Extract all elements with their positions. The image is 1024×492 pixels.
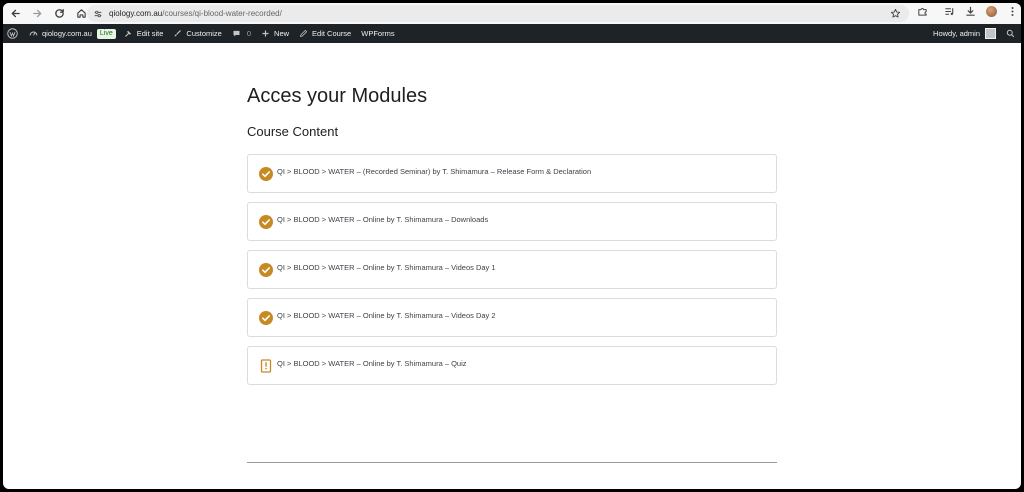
site-name: qiology.com.au xyxy=(42,29,92,38)
completed-check-icon xyxy=(259,263,273,277)
admin-avatar xyxy=(985,28,996,39)
wpforms-menu[interactable]: WPForms xyxy=(356,24,399,43)
customize-button[interactable]: Customize xyxy=(168,24,226,43)
hammer-icon xyxy=(124,30,131,37)
reload-icon[interactable] xyxy=(52,7,66,21)
edit-course-label: Edit Course xyxy=(312,29,352,38)
wp-admin-bar: qiology.com.au Live Edit site Customize … xyxy=(3,24,1021,43)
menu-icon[interactable] xyxy=(1007,6,1018,17)
browser-actions xyxy=(917,6,1021,17)
site-name-menu[interactable]: qiology.com.au xyxy=(24,24,97,43)
media-controls-icon[interactable] xyxy=(944,6,955,17)
module-label[interactable]: QI > BLOOD > WATER – (Recorded Seminar) … xyxy=(277,167,591,176)
module-label[interactable]: QI > BLOOD > WATER – Online by T. Shimam… xyxy=(277,215,488,224)
wordpress-logo-icon[interactable] xyxy=(3,24,24,43)
account-menu[interactable]: Howdy, admin xyxy=(933,24,1004,43)
quiz-icon xyxy=(259,359,273,373)
module-label[interactable]: QI > BLOOD > WATER – Online by T. Shimam… xyxy=(277,263,496,272)
course-content-heading: Course Content xyxy=(247,124,339,139)
module-list: QI > BLOOD > WATER – (Recorded Seminar) … xyxy=(247,154,777,394)
download-icon[interactable] xyxy=(965,6,976,17)
footer-divider xyxy=(247,462,777,463)
edit-site-label: Edit site xyxy=(136,29,164,38)
completed-check-icon xyxy=(259,311,273,325)
module-item[interactable]: QI > BLOOD > WATER – Online by T. Shimam… xyxy=(247,298,777,337)
back-icon[interactable] xyxy=(8,7,22,21)
browser-toolbar: qiology.com.au/courses/qi-blood-water-re… xyxy=(3,3,1021,24)
home-icon[interactable] xyxy=(74,7,88,21)
url-text: qiology.com.au/courses/qi-blood-water-re… xyxy=(109,9,282,18)
bookmark-star-icon[interactable] xyxy=(890,8,901,19)
new-content-button[interactable]: New xyxy=(256,24,294,43)
search-icon[interactable] xyxy=(1004,24,1017,43)
live-badge: Live xyxy=(96,28,116,39)
brush-icon xyxy=(174,30,182,37)
module-item[interactable]: QI > BLOOD > WATER – Online by T. Shimam… xyxy=(247,202,777,241)
url-path: /courses/qi-blood-water-recorded/ xyxy=(162,9,282,18)
module-item[interactable]: QI > BLOOD > WATER – (Recorded Seminar) … xyxy=(247,154,777,193)
site-info-icon[interactable] xyxy=(93,9,103,19)
page-title: Acces your Modules xyxy=(247,85,428,107)
pencil-icon xyxy=(300,29,308,38)
plus-icon xyxy=(262,30,269,37)
greeting-text: Howdy, admin xyxy=(933,29,980,38)
module-label[interactable]: QI > BLOOD > WATER – Online by T. Shimam… xyxy=(277,311,496,320)
extensions-icon[interactable] xyxy=(917,6,928,17)
comments-count: 0 xyxy=(246,29,252,38)
comments-button[interactable]: 0 xyxy=(227,24,256,43)
wpforms-label: WPForms xyxy=(361,29,395,38)
forward-icon[interactable] xyxy=(30,7,44,21)
dashboard-icon xyxy=(29,31,38,36)
completed-check-icon xyxy=(259,215,273,229)
module-label[interactable]: QI > BLOOD > WATER – Online by T. Shimam… xyxy=(277,359,467,368)
address-bar[interactable]: qiology.com.au/courses/qi-blood-water-re… xyxy=(87,5,909,22)
completed-check-icon xyxy=(259,167,273,181)
url-domain: qiology.com.au xyxy=(109,9,163,18)
module-item[interactable]: QI > BLOOD > WATER – Online by T. Shimam… xyxy=(247,250,777,289)
profile-avatar[interactable] xyxy=(986,6,997,17)
edit-site-button[interactable]: Edit site xyxy=(119,24,169,43)
module-item[interactable]: QI > BLOOD > WATER – Online by T. Shimam… xyxy=(247,346,777,385)
customize-label: Customize xyxy=(186,29,222,38)
new-label: New xyxy=(274,29,290,38)
browser-window: qiology.com.au/courses/qi-blood-water-re… xyxy=(3,3,1021,489)
admin-bar-right: Howdy, admin xyxy=(933,24,1017,43)
edit-course-button[interactable]: Edit Course xyxy=(294,24,356,43)
comment-bubble-icon xyxy=(233,30,240,37)
